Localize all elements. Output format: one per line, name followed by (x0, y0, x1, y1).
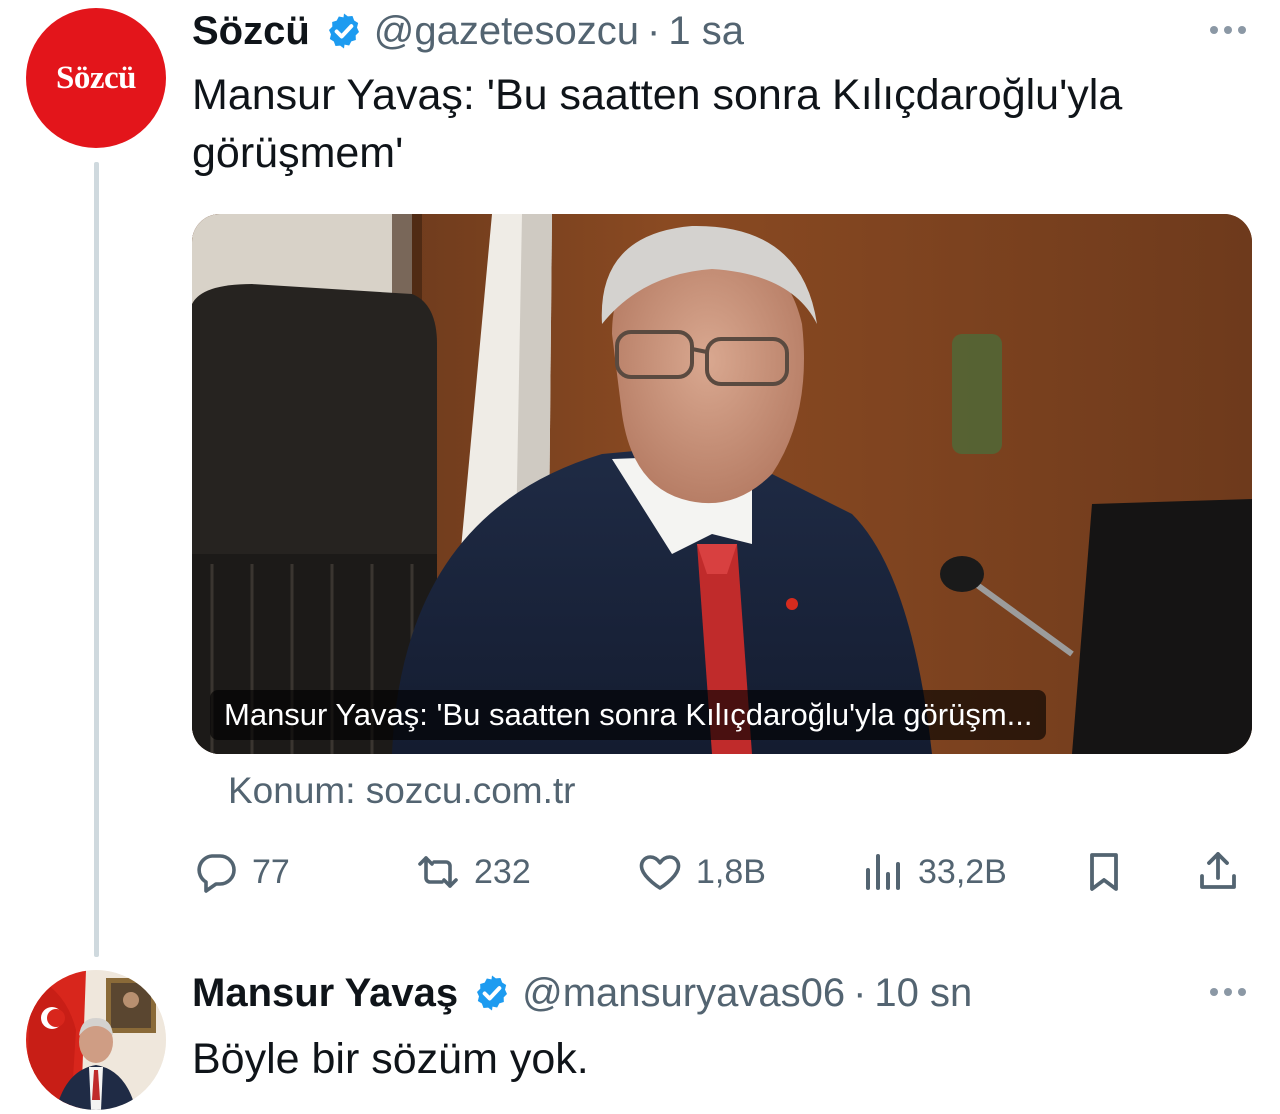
like-button[interactable]: 1,8B (636, 842, 766, 902)
retweet-count: 232 (474, 852, 531, 891)
separator-dot: · (647, 8, 661, 53)
user-handle[interactable]: @gazetesozcu (374, 9, 639, 54)
tweet-text: Mansur Yavaş: 'Bu saatten sonra Kılıçdar… (192, 71, 1123, 177)
link-card-title: Mansur Yavaş: 'Bu saatten sonra Kılıçdar… (210, 690, 1047, 740)
more-options-icon[interactable] (1210, 20, 1246, 40)
separator-dot: · (853, 970, 867, 1015)
reply-icon (197, 854, 236, 893)
bookmark-button[interactable] (1080, 842, 1128, 902)
profile-photo (26, 970, 166, 1110)
mansuryavas-avatar[interactable] (26, 970, 166, 1110)
tweet-header: Mansur Yavaş @mansuryavas06 · 10 sn (192, 968, 972, 1018)
views-button[interactable]: 33,2B (858, 842, 1007, 902)
display-name[interactable]: Sözcü (192, 9, 310, 54)
link-card-image[interactable]: Mansur Yavaş: 'Bu saatten sonra Kılıçdar… (192, 214, 1252, 754)
tweet-header: Sözcü @gazetesozcu · 1 sa (192, 6, 744, 56)
tweet-text: Böyle bir sözüm yok. (192, 1035, 589, 1083)
sozcu-logo: Sözcü (56, 59, 137, 96)
link-source[interactable]: Konum: sozcu.com.tr (228, 770, 576, 812)
bookmark-icon (1090, 853, 1118, 891)
user-handle[interactable]: @mansuryavas06 (522, 971, 845, 1016)
tweet-timestamp[interactable]: 10 sn (874, 971, 972, 1016)
tweet-action-bar: 77 232 1,8B 33,2B (192, 842, 1252, 902)
thread-connector-line (94, 162, 99, 957)
tweet-timestamp[interactable]: 1 sa (668, 9, 744, 54)
news-photo (192, 214, 1252, 754)
heart-icon (639, 855, 681, 890)
more-options-icon[interactable] (1210, 982, 1246, 1002)
share-icon (1200, 852, 1236, 889)
reply-count: 77 (252, 852, 290, 891)
verified-badge-icon (477, 975, 508, 1011)
sozcu-avatar[interactable]: Sözcü (26, 8, 166, 148)
views-count: 33,2B (918, 852, 1007, 891)
retweet-button[interactable]: 232 (414, 842, 531, 902)
retweet-icon (418, 856, 458, 888)
share-button[interactable] (1194, 842, 1242, 902)
verified-badge-icon (328, 13, 359, 49)
display-name[interactable]: Mansur Yavaş (192, 971, 458, 1016)
tweet-thread: Sözcü Sözcü @gazetesozcu · 1 sa Mansur Y… (0, 0, 1280, 1114)
reply-button[interactable]: 77 (192, 842, 290, 902)
like-count: 1,8B (696, 852, 766, 891)
views-chart-icon (866, 854, 900, 890)
